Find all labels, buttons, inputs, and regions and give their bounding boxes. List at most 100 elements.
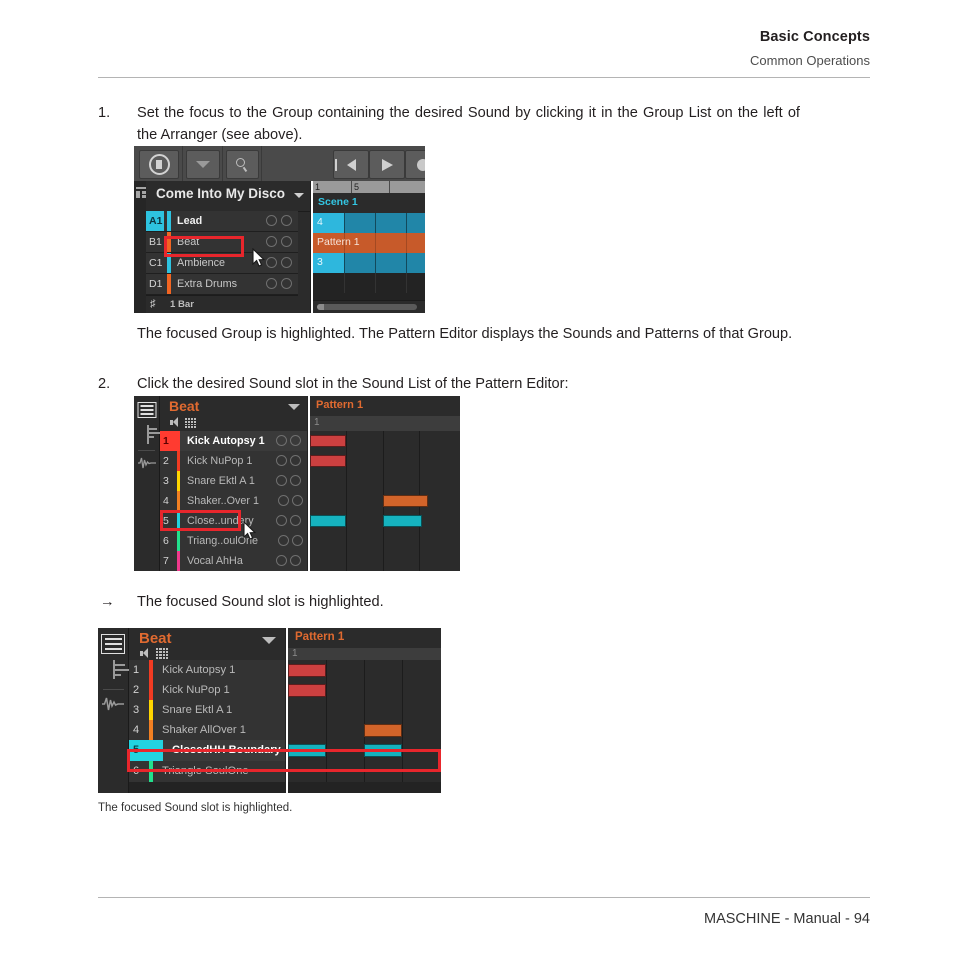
group-row-c1[interactable]: C1 Ambience [146,253,298,274]
clip-row-ambience[interactable]: 3 [313,253,425,273]
note-event[interactable] [288,684,326,697]
scene-row[interactable]: Scene 1 [313,193,425,213]
volume-knob-icon[interactable] [266,257,277,268]
group-mix-view-icon[interactable] [146,425,162,444]
volume-knob-icon[interactable] [276,435,287,446]
group-row-d1[interactable]: D1 Extra Drums [146,274,298,295]
chevron-down-icon[interactable] [262,637,276,644]
sound-row-1[interactable]: 1 Kick Autopsy 1 [129,660,285,681]
grid-row-6[interactable] [310,531,460,552]
note-event[interactable] [288,664,326,677]
group-row-a1[interactable]: A1 Lead [146,211,298,232]
sound-knobs[interactable] [276,515,303,527]
note-event[interactable] [288,744,326,757]
pattern-header[interactable]: Pattern 1 [288,628,441,648]
group-knobs[interactable] [266,215,294,227]
pan-knob-icon[interactable] [290,555,301,566]
sound-row-1[interactable]: 1 Kick Autopsy 1 [160,431,307,452]
sound-knobs[interactable] [278,495,305,507]
pattern-ruler[interactable]: 1 [288,648,441,660]
sound-row-2[interactable]: 2 Kick NuPop 1 [160,451,307,472]
sound-number: 5 [163,515,169,527]
volume-knob-icon[interactable] [266,215,277,226]
transport-play-button[interactable] [369,150,405,179]
sample-waveform-icon[interactable] [137,456,157,470]
maschine-logo-button[interactable] [139,150,179,179]
pan-knob-icon[interactable] [281,215,292,226]
pan-knob-icon[interactable] [290,515,301,526]
note-event[interactable] [310,435,346,447]
search-button[interactable] [226,150,259,179]
sound-list-view-icon[interactable] [101,634,125,654]
note-event[interactable] [310,455,346,467]
volume-knob-icon[interactable] [266,278,277,289]
group-knobs[interactable] [266,236,294,248]
timeline-ruler[interactable]: 1 5 [313,181,425,193]
speaker-icon[interactable] [170,417,179,427]
arranger-grid-footer[interactable]: ♯ 1 Bar [146,295,298,313]
sound-row-3[interactable]: 3 Snare Ektl A 1 [160,471,307,492]
pattern-ruler[interactable]: 1 [310,416,460,431]
pan-knob-icon[interactable] [290,455,301,466]
pan-knob-icon[interactable] [281,278,292,289]
sound-knobs[interactable] [276,455,303,467]
pan-knob-icon[interactable] [292,535,303,546]
pan-knob-icon[interactable] [290,475,301,486]
sound-row-6[interactable]: 6 Triang..oulOne [160,531,307,552]
sound-row-4[interactable]: 4 Shaker..Over 1 [160,491,307,512]
grid-row-3[interactable] [288,700,441,721]
timeline-horizontal-scrollbar[interactable] [313,300,425,313]
note-event[interactable] [364,724,402,737]
group-mix-view-icon[interactable] [113,660,132,679]
transport-prev-button[interactable] [333,150,369,179]
pan-knob-icon[interactable] [281,236,292,247]
project-header[interactable]: Come Into My Disco [146,181,310,212]
pan-knob-icon[interactable] [292,495,303,506]
clip-row-extra-drums[interactable] [313,273,425,293]
pan-knob-icon[interactable] [290,435,301,446]
pan-knob-icon[interactable] [281,257,292,268]
chevron-down-icon[interactable] [288,404,300,410]
volume-knob-icon[interactable] [278,535,289,546]
sound-list-view-icon[interactable] [137,402,156,418]
note-event[interactable] [310,515,346,527]
transport-record-button[interactable] [405,150,425,179]
volume-knob-icon[interactable] [276,515,287,526]
speaker-icon[interactable] [140,648,150,658]
clip-row-beat[interactable]: Pattern 1 [313,233,425,253]
sound-row-5[interactable]: 5 ClosedHH Boundary [129,740,285,762]
sound-row-6[interactable]: 6 Triangle SoulOne [129,761,285,782]
sound-row-5[interactable]: 5 Close..undary [160,511,307,532]
group-knobs[interactable] [266,257,294,269]
scrollbar-thumb[interactable] [317,304,417,310]
sound-knobs[interactable] [276,555,303,567]
sample-waveform-icon[interactable] [101,696,125,712]
grid-row-3[interactable] [310,471,460,492]
pattern-header[interactable]: Pattern 1 [310,396,460,416]
volume-knob-icon[interactable] [278,495,289,506]
group-knobs[interactable] [266,278,294,290]
grid-row-7[interactable] [310,551,460,571]
pad-grid-icon[interactable] [156,648,168,659]
pad-grid-icon[interactable] [185,418,196,428]
grid-row-6[interactable] [288,761,441,782]
note-event[interactable] [364,744,402,757]
sound-row-2[interactable]: 2 Kick NuPop 1 [129,680,285,701]
sound-knobs[interactable] [278,535,305,547]
sound-knobs[interactable] [276,435,303,447]
sound-row-7[interactable]: 7 Vocal AhHa [160,551,307,571]
volume-knob-icon[interactable] [276,555,287,566]
sound-row-4[interactable]: 4 Shaker AllOver 1 [129,720,285,741]
clip-row-lead[interactable]: 4 [313,213,425,233]
browser-dropdown-button[interactable] [186,150,220,179]
note-event[interactable] [382,495,428,507]
volume-knob-icon[interactable] [276,475,287,486]
chevron-down-icon[interactable] [294,193,304,198]
group-row-b1[interactable]: B1 Beat [146,232,298,253]
sound-knobs[interactable] [276,475,303,487]
sound-number: 6 [133,765,140,777]
volume-knob-icon[interactable] [266,236,277,247]
sound-row-3[interactable]: 3 Snare Ektl A 1 [129,700,285,721]
note-event[interactable] [382,515,422,527]
volume-knob-icon[interactable] [276,455,287,466]
